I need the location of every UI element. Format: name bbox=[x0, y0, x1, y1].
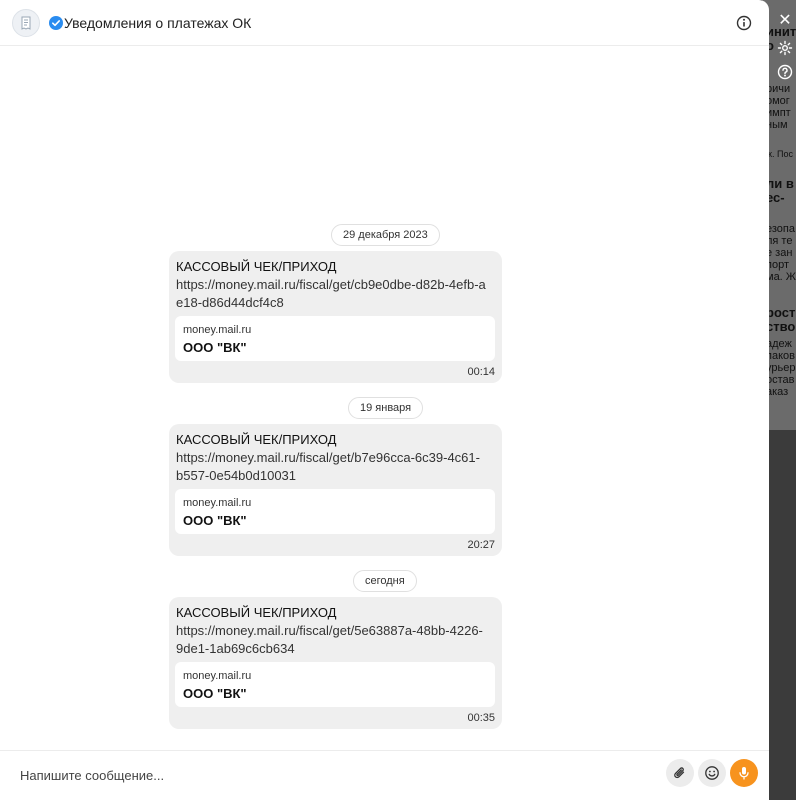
message-time: 00:35 bbox=[467, 712, 495, 724]
preview-title: ООО "ВК" bbox=[183, 686, 247, 701]
preview-domain: money.mail.ru bbox=[183, 670, 252, 682]
bg-text: остав bbox=[766, 374, 795, 386]
link-preview-card[interactable]: money.mail.ru ООО "ВК" bbox=[175, 489, 495, 534]
bg-text: паков bbox=[766, 350, 795, 362]
preview-title: ООО "ВК" bbox=[183, 513, 247, 528]
date-separator: 19 января bbox=[348, 397, 424, 419]
close-icon[interactable]: ✕ bbox=[776, 12, 794, 30]
bg-text: ля те bbox=[766, 235, 793, 247]
smiley-icon bbox=[705, 766, 719, 780]
bg-text: рост bbox=[766, 305, 796, 320]
help-icon[interactable] bbox=[777, 64, 793, 80]
verified-check-icon bbox=[49, 16, 63, 30]
bg-text: порт bbox=[766, 259, 789, 271]
message-input[interactable] bbox=[20, 763, 640, 787]
bg-text: ричи bbox=[766, 83, 791, 95]
message-title: КАССОВЫЙ ЧЕК/ПРИХОД bbox=[176, 605, 337, 620]
bg-text: аказ bbox=[766, 386, 789, 398]
chat-header: Уведомления о платежах ОК bbox=[0, 0, 769, 46]
bg-text: ма. Ж bbox=[766, 271, 796, 283]
message-link[interactable]: https://money.mail.ru/fiscal/get/cb9e0db… bbox=[176, 276, 486, 312]
message-composer bbox=[0, 750, 769, 800]
chat-title[interactable]: Уведомления о платежах ОК bbox=[64, 15, 251, 32]
bg-text: омог bbox=[766, 95, 790, 107]
chat-window: Уведомления о платежах ОК 29 декабря 202… bbox=[0, 0, 769, 800]
link-preview-card[interactable]: money.mail.ru ООО "ВК" bbox=[175, 662, 495, 707]
bg-text: езопа bbox=[766, 223, 795, 235]
date-separator: 29 декабря 2023 bbox=[331, 224, 440, 246]
message-bubble[interactable]: КАССОВЫЙ ЧЕК/ПРИХОД https://money.mail.r… bbox=[169, 424, 502, 556]
voice-message-button[interactable] bbox=[730, 759, 758, 787]
avatar[interactable] bbox=[12, 9, 40, 37]
message-time: 00:14 bbox=[467, 366, 495, 378]
info-icon[interactable] bbox=[736, 15, 752, 31]
message-bubble[interactable]: КАССОВЫЙ ЧЕК/ПРИХОД https://money.mail.r… bbox=[169, 597, 502, 729]
preview-domain: money.mail.ru bbox=[183, 497, 252, 509]
message-link[interactable]: https://money.mail.ru/fiscal/get/b7e96cc… bbox=[176, 449, 486, 485]
message-list[interactable]: 29 декабря 2023 КАССОВЫЙ ЧЕК/ПРИХОД http… bbox=[0, 46, 769, 750]
preview-title: ООО "ВК" bbox=[183, 340, 247, 355]
message-time: 20:27 bbox=[467, 539, 495, 551]
message-link[interactable]: https://money.mail.ru/fiscal/get/5e63887… bbox=[176, 622, 486, 658]
paperclip-icon bbox=[674, 767, 685, 779]
receipt-icon bbox=[21, 16, 31, 30]
bg-text: ж. Пос bbox=[766, 149, 793, 159]
date-separator: сегодня bbox=[353, 570, 417, 592]
bg-text: ство bbox=[766, 319, 796, 334]
message-title: КАССОВЫЙ ЧЕК/ПРИХОД bbox=[176, 259, 337, 274]
bg-text: е зан bbox=[766, 247, 793, 259]
attach-button[interactable] bbox=[666, 759, 694, 787]
bg-text: адеж bbox=[766, 338, 792, 350]
microphone-icon bbox=[739, 767, 749, 780]
preview-domain: money.mail.ru bbox=[183, 324, 252, 336]
bg-text: ным bbox=[766, 119, 788, 131]
link-preview-card[interactable]: money.mail.ru ООО "ВК" bbox=[175, 316, 495, 361]
emoji-button[interactable] bbox=[698, 759, 726, 787]
message-bubble[interactable]: КАССОВЫЙ ЧЕК/ПРИХОД https://money.mail.r… bbox=[169, 251, 502, 383]
message-title: КАССОВЫЙ ЧЕК/ПРИХОД bbox=[176, 432, 337, 447]
bg-text: ли в т bbox=[766, 176, 796, 191]
bg-text: импт bbox=[766, 107, 791, 119]
bg-text: урьер bbox=[766, 362, 796, 374]
gear-icon[interactable] bbox=[777, 40, 793, 56]
